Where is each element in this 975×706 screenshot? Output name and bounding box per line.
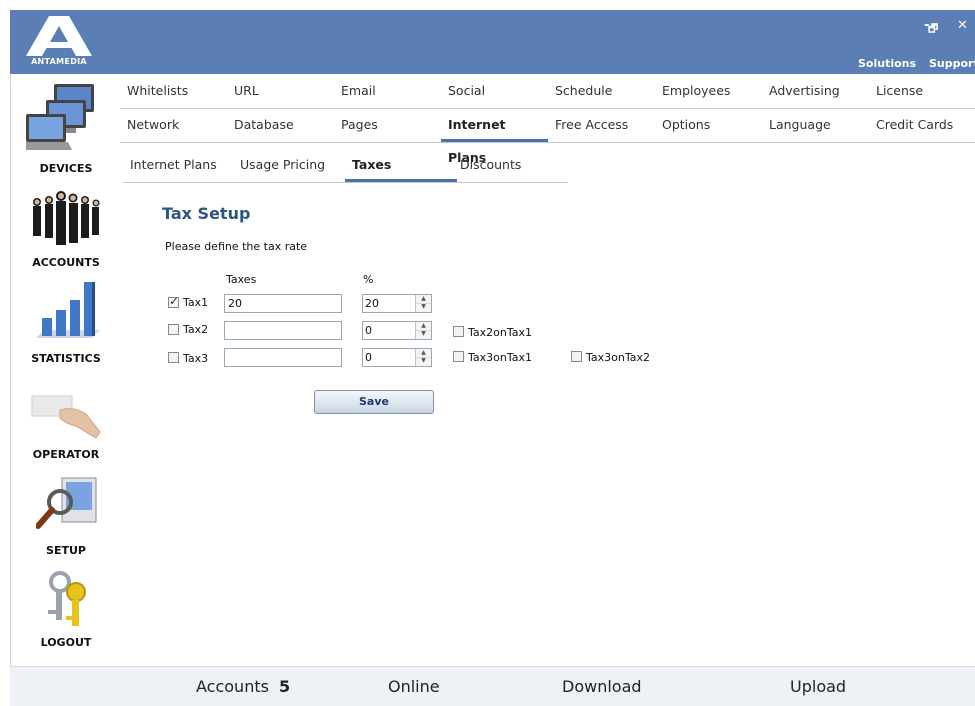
- restore-button[interactable]: 🗗: [928, 20, 938, 39]
- subtab-discounts[interactable]: Discounts: [453, 148, 565, 181]
- menu-credit-cards[interactable]: Credit Cards: [869, 108, 975, 141]
- save-button[interactable]: Save: [314, 390, 434, 414]
- sidebar-item-accounts[interactable]: ACCOUNTS: [20, 188, 112, 272]
- operator-icon: [31, 395, 101, 439]
- tax3-percent-value: 0: [365, 351, 372, 364]
- tax2-name-input[interactable]: [224, 321, 342, 340]
- menu-row-1: Whitelists URL Email Social Schedule Emp…: [120, 74, 975, 109]
- subtabs-bar: Internet Plans Usage Pricing Taxes Disco…: [123, 148, 568, 183]
- menu-schedule[interactable]: Schedule: [548, 74, 655, 107]
- logo-text: ANTAMEDIA: [31, 57, 87, 66]
- menu-email[interactable]: Email: [334, 74, 441, 107]
- sidebar-divider: [10, 74, 11, 666]
- subtab-usage-pricing[interactable]: Usage Pricing: [233, 148, 345, 181]
- sidebar-label-statistics: STATISTICS: [31, 352, 101, 365]
- tax2-checkbox[interactable]: [168, 324, 179, 335]
- menu-social[interactable]: Social: [441, 74, 548, 107]
- sidebar-item-setup[interactable]: SETUP: [20, 476, 112, 560]
- tax3-label: Tax3: [183, 352, 209, 365]
- page-title: Tax Setup: [162, 204, 251, 223]
- footer-upload-label: Upload: [790, 677, 847, 696]
- tax3ontax1-checkbox[interactable]: [453, 351, 464, 362]
- sidebar-item-logout[interactable]: LOGOUT: [20, 570, 112, 652]
- sidebar-label-operator: OPERATOR: [32, 448, 100, 461]
- tax1-percent-spinner[interactable]: 20 ▲ ▼: [362, 294, 432, 313]
- menu-row-2: Network Database Pages Internet Plans Fr…: [120, 108, 975, 165]
- menu-advertising[interactable]: Advertising: [762, 74, 869, 107]
- tax2-percent-value: 0: [365, 324, 372, 337]
- tax3ontax2-label: Tax3onTax2: [586, 351, 650, 364]
- tax-description: Please define the tax rate: [165, 240, 308, 253]
- tax1-label: Tax1: [183, 296, 209, 309]
- menu-network[interactable]: Network: [120, 108, 227, 141]
- spinner-buttons: ▲ ▼: [415, 349, 431, 366]
- devices-icon: [26, 84, 94, 150]
- sidebar-item-operator[interactable]: OPERATOR: [20, 392, 112, 464]
- sidebar-label-setup: SETUP: [46, 544, 86, 557]
- header-bar: ANTAMEDIA - 🗗 ✕ Solutions Support: [10, 10, 975, 74]
- tax3-percent-spinner[interactable]: 0 ▲ ▼: [362, 348, 432, 367]
- spinner-buttons: ▲ ▼: [415, 295, 431, 312]
- footer-accounts-label: Accounts: [196, 677, 269, 696]
- status-footer: Accounts 5 Online Download Upload: [10, 666, 975, 706]
- menu-language[interactable]: Language: [762, 108, 869, 141]
- accounts-icon: [33, 191, 100, 245]
- subtab-internet-plans[interactable]: Internet Plans: [123, 148, 233, 181]
- menu-employees[interactable]: Employees: [655, 74, 762, 107]
- menu-pages[interactable]: Pages: [334, 108, 441, 141]
- tax2ontax1-label: Tax2onTax1: [468, 326, 532, 339]
- menu-url[interactable]: URL: [227, 74, 334, 107]
- tax1-checkbox[interactable]: [168, 294, 179, 308]
- sidebar-item-statistics[interactable]: STATISTICS: [20, 280, 112, 368]
- column-header-percent: %: [363, 273, 374, 286]
- menu-free-access[interactable]: Free Access: [548, 108, 655, 141]
- menu-internet-plans[interactable]: Internet Plans: [441, 108, 548, 165]
- menu-license[interactable]: License: [869, 74, 975, 107]
- close-button[interactable]: ✕: [957, 18, 968, 33]
- tax3ontax1-label: Tax3onTax1: [468, 351, 532, 364]
- support-link[interactable]: Support: [929, 57, 975, 70]
- column-header-taxes: Taxes: [226, 273, 257, 286]
- sidebar-label-accounts: ACCOUNTS: [32, 256, 100, 269]
- footer-online-label: Online: [388, 677, 440, 696]
- footer-accounts-value: 5: [278, 677, 291, 696]
- antamedia-logo: ANTAMEDIA: [24, 14, 104, 72]
- spin-down-icon[interactable]: ▼: [416, 330, 431, 338]
- sidebar-label-devices: DEVICES: [39, 162, 93, 175]
- solutions-link[interactable]: Solutions: [858, 57, 916, 70]
- keys-icon: [48, 571, 86, 626]
- footer-accounts: Accounts 5: [196, 667, 290, 706]
- tax3-name-input[interactable]: [224, 348, 342, 367]
- menu-database[interactable]: Database: [227, 108, 334, 141]
- menu-options[interactable]: Options: [655, 108, 762, 141]
- sidebar-label-logout: LOGOUT: [40, 636, 92, 649]
- tax2ontax1-checkbox[interactable]: [453, 326, 464, 337]
- sidebar-item-devices[interactable]: DEVICES: [20, 82, 112, 176]
- menu-whitelists[interactable]: Whitelists: [120, 74, 227, 107]
- spinner-buttons: ▲ ▼: [415, 322, 431, 339]
- statistics-icon: [36, 282, 100, 338]
- tax1-name-input[interactable]: [224, 294, 342, 313]
- footer-download-label: Download: [562, 677, 642, 696]
- subtab-taxes[interactable]: Taxes: [345, 148, 457, 182]
- setup-icon: [36, 477, 97, 529]
- spin-down-icon[interactable]: ▼: [416, 303, 431, 311]
- tax2-label: Tax2: [183, 323, 209, 336]
- tax1-percent-value: 20: [365, 297, 379, 310]
- logo-a-icon: [26, 16, 92, 56]
- spin-down-icon[interactable]: ▼: [416, 357, 431, 365]
- tax2-percent-spinner[interactable]: 0 ▲ ▼: [362, 321, 432, 340]
- tax3-checkbox[interactable]: [168, 352, 179, 363]
- tax3ontax2-checkbox[interactable]: [571, 351, 582, 362]
